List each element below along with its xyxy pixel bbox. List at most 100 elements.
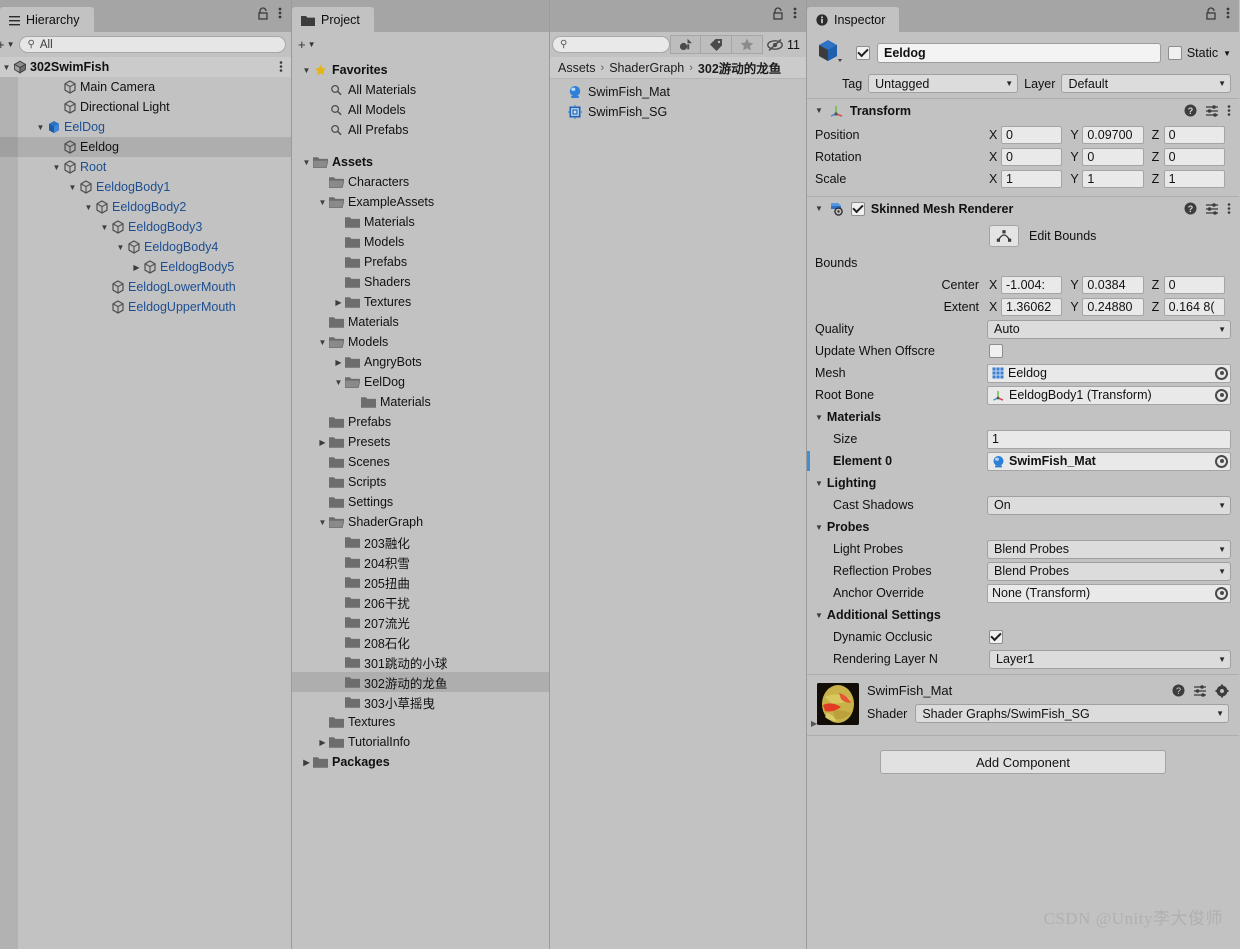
chevron-down-icon[interactable]: ▼ bbox=[50, 163, 63, 172]
project-tree-row-settings[interactable]: ▼Settings bbox=[292, 492, 549, 512]
project-tree-row-favorites[interactable]: ▼ Favorites bbox=[292, 60, 549, 80]
transform-position-y-input[interactable]: 0.09700 bbox=[1082, 126, 1144, 144]
kebab-menu-icon[interactable] bbox=[279, 60, 283, 73]
chevron-down-icon[interactable]: ▼ bbox=[332, 378, 345, 387]
light-probes-dropdown[interactable]: Blend Probes ▼ bbox=[987, 539, 1231, 559]
cast-shadows-dropdown[interactable]: On ▼ bbox=[987, 495, 1231, 515]
chevron-down-icon[interactable]: ▼ bbox=[82, 203, 95, 212]
project-tree-row-all-prefabs[interactable]: ▼All Prefabs bbox=[292, 120, 549, 140]
chevron-right-icon[interactable]: ▶ bbox=[130, 263, 143, 272]
layer-dropdown[interactable]: Default ▼ bbox=[1061, 74, 1231, 93]
help-icon[interactable]: ? bbox=[1172, 684, 1185, 697]
preset-icon[interactable] bbox=[1205, 202, 1219, 215]
bounds-center-x-input[interactable]: -1.004: bbox=[1001, 276, 1063, 294]
project-tree-row-301跳动的小球[interactable]: ▼301跳动的小球 bbox=[292, 652, 549, 672]
project-tree-row-prefabs[interactable]: ▼Prefabs bbox=[292, 412, 549, 432]
help-icon[interactable]: ? bbox=[1184, 202, 1197, 215]
materials-element0-object-field[interactable]: SwimFish_Mat bbox=[987, 451, 1231, 471]
object-picker-icon[interactable] bbox=[1215, 366, 1228, 380]
project-tree-row-206干扰[interactable]: ▼206干扰 bbox=[292, 592, 549, 612]
project-tree-row-models[interactable]: ▼Models bbox=[292, 332, 549, 352]
preset-icon[interactable] bbox=[1193, 684, 1207, 697]
lighting-foldout[interactable]: ▼ Lighting bbox=[815, 472, 1231, 494]
hierarchy-row-eeldogbody5[interactable]: ▶ EeldogBody5 bbox=[0, 257, 291, 277]
asset-item-swimfish_sg[interactable]: SwimFish_SG bbox=[550, 102, 806, 122]
chevron-right-icon[interactable]: ▶ bbox=[332, 298, 345, 307]
mesh-object-field[interactable]: Eeldog bbox=[987, 363, 1231, 383]
lock-icon[interactable] bbox=[1205, 6, 1217, 20]
project-tree-row-all-models[interactable]: ▼All Models bbox=[292, 100, 549, 120]
project-tree-row-presets[interactable]: ▶ Presets bbox=[292, 432, 549, 452]
gameobject-active-checkbox[interactable] bbox=[856, 46, 870, 60]
chevron-down-icon[interactable]: ▼ bbox=[1223, 49, 1231, 58]
help-icon[interactable]: ? bbox=[1184, 104, 1197, 117]
transform-scale-x-input[interactable]: 1 bbox=[1001, 170, 1063, 188]
project-tree-row-characters[interactable]: ▼Characters bbox=[292, 172, 549, 192]
project-tree-row-packages[interactable]: ▶ Packages bbox=[292, 752, 549, 772]
filter-by-type-button[interactable] bbox=[670, 35, 702, 54]
chevron-down-icon[interactable]: ▼ bbox=[66, 183, 79, 192]
kebab-menu-icon[interactable] bbox=[793, 6, 797, 20]
project-tree-row-302游动的龙鱼[interactable]: ▼302游动的龙鱼 bbox=[292, 672, 549, 692]
bounds-extent-z-input[interactable]: 0.164 8( bbox=[1163, 298, 1225, 316]
project-tree-row-205扭曲[interactable]: ▼205扭曲 bbox=[292, 572, 549, 592]
hierarchy-row-eeldogbody4[interactable]: ▼ EeldogBody4 bbox=[0, 237, 291, 257]
chevron-right-icon[interactable]: ▶ bbox=[316, 438, 329, 447]
kebab-menu-icon[interactable] bbox=[1226, 6, 1230, 20]
tag-dropdown[interactable]: Untagged ▼ bbox=[868, 74, 1019, 93]
bounds-center-z-input[interactable]: 0 bbox=[1163, 276, 1225, 294]
chevron-down-icon[interactable]: ▼ bbox=[300, 158, 313, 167]
quality-dropdown[interactable]: Auto ▼ bbox=[987, 319, 1231, 339]
root-bone-object-field[interactable]: EeldogBody1 (Transform) bbox=[987, 385, 1231, 405]
hierarchy-row-eeldogbody1[interactable]: ▼ EeldogBody1 bbox=[0, 177, 291, 197]
transform-scale-z-input[interactable]: 1 bbox=[1163, 170, 1225, 188]
project-tree-row-204积雪[interactable]: ▼204积雪 bbox=[292, 552, 549, 572]
transform-position-x-input[interactable]: 0 bbox=[1001, 126, 1063, 144]
chevron-right-icon[interactable]: ▶ bbox=[316, 738, 329, 747]
update-when-offscreen-checkbox[interactable] bbox=[989, 344, 1003, 358]
hierarchy-row-eeldog[interactable]: ▼ EelDog bbox=[0, 117, 291, 137]
add-component-button[interactable]: Add Component bbox=[880, 750, 1166, 774]
gear-icon[interactable] bbox=[1215, 684, 1229, 698]
breadcrumb-item[interactable]: 302游动的龙鱼 bbox=[698, 58, 781, 77]
hierarchy-search-input[interactable]: ⚲ All bbox=[18, 36, 286, 53]
bounds-extent-x-input[interactable]: 1.36062 bbox=[1001, 298, 1063, 316]
project-tree-row-models[interactable]: ▼Models bbox=[292, 232, 549, 252]
project-search-input[interactable]: ⚲ bbox=[552, 36, 671, 53]
rendering-layer-mask-dropdown[interactable]: Layer1 ▼ bbox=[989, 649, 1231, 669]
project-tree-row-eeldog[interactable]: ▼ EelDog bbox=[292, 372, 549, 392]
project-tree-row-207流光[interactable]: ▼207流光 bbox=[292, 612, 549, 632]
lock-icon[interactable] bbox=[257, 6, 269, 20]
project-tree-row-angrybots[interactable]: ▶ AngryBots bbox=[292, 352, 549, 372]
project-tree-row-shaders[interactable]: ▼Shaders bbox=[292, 272, 549, 292]
hierarchy-row-directional-light[interactable]: ▼Directional Light bbox=[0, 97, 291, 117]
chevron-down-icon[interactable]: ▼ bbox=[300, 66, 313, 75]
project-tree-row-shadergraph[interactable]: ▼ ShaderGraph bbox=[292, 512, 549, 532]
filter-by-label-button[interactable] bbox=[701, 35, 733, 54]
object-picker-icon[interactable] bbox=[1215, 454, 1228, 468]
hierarchy-row-root[interactable]: ▼ Root bbox=[0, 157, 291, 177]
static-checkbox[interactable] bbox=[1167, 46, 1182, 60]
static-toggle-group[interactable]: Static ▼ bbox=[1167, 46, 1231, 60]
edit-bounds-button[interactable] bbox=[989, 225, 1019, 247]
project-tree-row-materials[interactable]: ▼Materials bbox=[292, 392, 549, 412]
tab-hierarchy[interactable]: Hierarchy bbox=[0, 7, 94, 33]
object-picker-icon[interactable] bbox=[1215, 586, 1228, 600]
transform-scale-y-input[interactable]: 1 bbox=[1082, 170, 1144, 188]
kebab-menu-icon[interactable] bbox=[278, 6, 282, 20]
project-tree-row-tutorialinfo[interactable]: ▶ TutorialInfo bbox=[292, 732, 549, 752]
project-tree-row-exampleassets[interactable]: ▼ ExampleAssets bbox=[292, 192, 549, 212]
shader-dropdown[interactable]: Shader Graphs/SwimFish_SG ▼ bbox=[915, 704, 1229, 723]
project-tree-row-textures[interactable]: ▼Textures bbox=[292, 712, 549, 732]
object-picker-icon[interactable] bbox=[1215, 388, 1228, 402]
chevron-down-icon[interactable]: ▼ bbox=[98, 223, 111, 232]
hierarchy-row-eeldogbody2[interactable]: ▼ EeldogBody2 bbox=[0, 197, 291, 217]
project-tree-row-all-materials[interactable]: ▼All Materials bbox=[292, 80, 549, 100]
hierarchy-row-302swimfish[interactable]: ▼ 302SwimFish bbox=[0, 57, 291, 77]
skinned-mesh-renderer-header[interactable]: ▼ Skinned Mesh Renderer ? bbox=[807, 196, 1239, 220]
gameobject-name-input[interactable]: Eeldog bbox=[877, 43, 1161, 63]
project-tree-row-textures[interactable]: ▶ Textures bbox=[292, 292, 549, 312]
create-gameobject-button[interactable]: + ▼ bbox=[0, 37, 15, 52]
hierarchy-row-eeldogbody3[interactable]: ▼ EeldogBody3 bbox=[0, 217, 291, 237]
chevron-down-icon[interactable]: ▼ bbox=[316, 338, 329, 347]
